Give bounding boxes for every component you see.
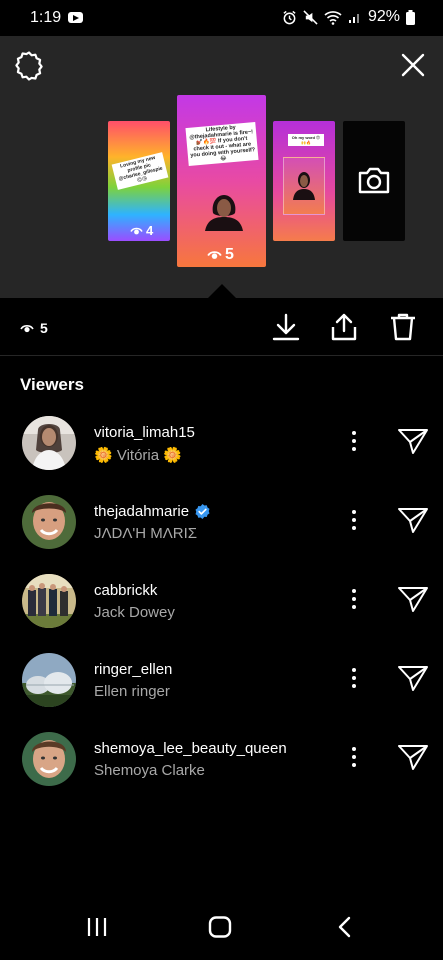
paper-plane-icon: [398, 745, 428, 770]
recent-apps-icon: [87, 918, 107, 936]
story-sticker: Lifestyle by @thejadahmarie is fire~! 💅🏾…: [185, 122, 259, 166]
story-sticker: Oh my word 😍🙌🔥: [288, 134, 324, 146]
viewer-display-name: 🌼 Vitória 🌼: [94, 447, 182, 464]
viewer-display-name: Ellen ringer: [94, 683, 170, 700]
more-vertical-icon: [352, 747, 356, 767]
more-options-button[interactable]: [346, 429, 362, 453]
eye-icon: [130, 227, 143, 234]
viewer-row[interactable]: ringer_ellen Ellen ringer: [0, 652, 443, 712]
delete-button[interactable]: [389, 312, 417, 342]
send-message-button[interactable]: [397, 664, 429, 692]
views-count-number: 5: [40, 320, 48, 336]
status-time: 1:19: [30, 9, 62, 26]
viewer-display-name: Jack Dowey: [94, 604, 175, 621]
share-button[interactable]: [330, 312, 358, 342]
more-vertical-icon: [352, 431, 356, 451]
viewer-username-text: shemoya_lee_beauty_queen: [94, 740, 287, 757]
close-button[interactable]: [399, 51, 427, 79]
trash-icon: [391, 313, 415, 341]
story-preview-panel: Loving my new profile pic @charlee_gille…: [0, 36, 443, 298]
send-message-button[interactable]: [397, 506, 429, 534]
recent-apps-button[interactable]: [86, 916, 108, 943]
mute-icon: [303, 9, 318, 25]
viewer-username[interactable]: shemoya_lee_beauty_queen: [94, 740, 287, 757]
avatar[interactable]: [22, 495, 76, 549]
paper-plane-icon: [398, 666, 428, 691]
viewer-username[interactable]: thejadahmarie: [94, 503, 211, 520]
story-view-count: 4: [130, 223, 153, 238]
share-icon: [331, 313, 357, 341]
viewer-row[interactable]: thejadahmarie JΛDΛ'H MΛRIΣ: [0, 494, 443, 554]
more-options-button[interactable]: [346, 745, 362, 769]
back-button[interactable]: [336, 916, 354, 943]
battery-icon: [406, 9, 415, 25]
story-thumbnail-3[interactable]: Oh my word 😍🙌🔥: [273, 121, 335, 241]
battery-percent: 92%: [367, 8, 400, 25]
person-photo: [205, 195, 243, 231]
viewer-row[interactable]: shemoya_lee_beauty_queen Shemoya Clarke: [0, 731, 443, 791]
close-icon: [401, 53, 425, 77]
viewer-username-text: thejadahmarie: [94, 503, 190, 520]
status-bar: 1:19 92%: [0, 0, 443, 36]
more-options-button[interactable]: [346, 508, 362, 532]
download-button[interactable]: [272, 312, 300, 342]
avatar[interactable]: [22, 732, 76, 786]
alarm-icon: [283, 10, 296, 24]
story-thumbnail-2[interactable]: Lifestyle by @thejadahmarie is fire~! 💅🏾…: [177, 95, 266, 267]
eye-icon: [20, 324, 34, 332]
signal-icon: [348, 14, 359, 23]
story-sticker: Loving my new profile pic @charlee_gille…: [111, 152, 169, 190]
status-icons: 92%: [282, 8, 415, 26]
avatar[interactable]: [22, 653, 76, 707]
viewer-username[interactable]: vitoria_limah15: [94, 424, 195, 441]
send-message-button[interactable]: [397, 585, 429, 613]
story-thumbnail-1[interactable]: Loving my new profile pic @charlee_gille…: [108, 121, 170, 241]
gear-icon: [15, 51, 43, 81]
paper-plane-icon: [398, 587, 428, 612]
download-icon: [272, 313, 300, 341]
avatar[interactable]: [22, 416, 76, 470]
more-options-button[interactable]: [346, 587, 362, 611]
add-story-thumbnail[interactable]: [343, 121, 405, 241]
send-message-button[interactable]: [397, 427, 429, 455]
send-message-button[interactable]: [397, 743, 429, 771]
viewers-heading: Viewers: [20, 375, 84, 394]
more-vertical-icon: [352, 510, 356, 530]
verified-badge-icon: [195, 503, 210, 520]
viewer-username-text: ringer_ellen: [94, 661, 173, 678]
viewer-row[interactable]: vitoria_limah15 🌼 Vitória 🌼: [0, 415, 443, 475]
system-navigation-bar: [0, 896, 443, 960]
viewer-username-text: vitoria_limah15: [94, 424, 195, 441]
viewer-display-name: JΛDΛ'H MΛRIΣ: [94, 525, 198, 542]
story-view-number: 4: [146, 223, 154, 238]
home-button[interactable]: [208, 916, 232, 943]
paper-plane-icon: [398, 429, 428, 454]
story-view-number: 5: [225, 246, 234, 263]
viewer-row[interactable]: cabbrickk Jack Dowey: [0, 573, 443, 633]
back-icon: [338, 916, 351, 938]
more-vertical-icon: [352, 668, 356, 688]
more-options-button[interactable]: [346, 666, 362, 690]
youtube-icon: [68, 12, 83, 23]
selected-story-pointer: [208, 284, 236, 298]
views-count: 5: [20, 320, 48, 336]
settings-button[interactable]: [12, 49, 46, 83]
more-vertical-icon: [352, 589, 356, 609]
avatar[interactable]: [22, 574, 76, 628]
wifi-icon: [324, 10, 342, 25]
paper-plane-icon: [398, 508, 428, 533]
viewer-username[interactable]: ringer_ellen: [94, 661, 172, 678]
person-photo: [293, 172, 315, 200]
eye-icon: [207, 251, 222, 259]
camera-icon: [358, 167, 390, 194]
home-icon: [208, 916, 232, 938]
story-view-count: 5: [207, 246, 234, 264]
story-actions-bar: 5: [0, 298, 443, 356]
viewer-username-text: cabbrickk: [94, 582, 158, 599]
viewer-username[interactable]: cabbrickk: [94, 582, 157, 599]
viewer-display-name: Shemoya Clarke: [94, 762, 205, 779]
